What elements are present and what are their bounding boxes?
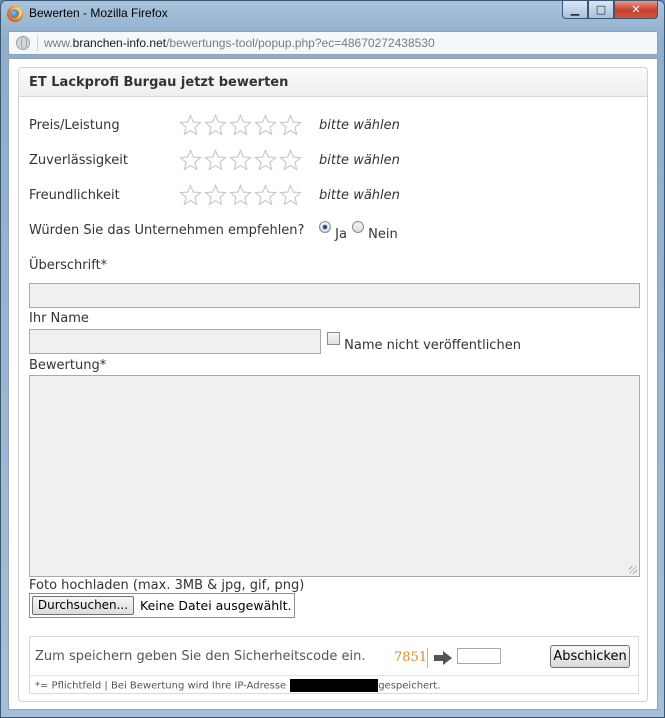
hide-name-option[interactable]: Name nicht veröffentlichen (327, 332, 521, 353)
star-rating-preis-leistung (179, 113, 304, 136)
arrow-right-icon (434, 651, 452, 665)
no-file-text: Keine Datei ausgewählt. (140, 598, 292, 613)
maximize-icon: □ (595, 3, 607, 16)
captcha-input[interactable] (457, 648, 501, 664)
redacted-ip (290, 679, 379, 692)
rating-label: Preis/Leistung (29, 118, 120, 133)
star-icon[interactable] (254, 183, 279, 206)
submit-section: Zum speichern geben Sie den Sicherheitsc… (29, 636, 639, 694)
headline-label: Überschrift* (29, 258, 108, 273)
recommend-yes-option[interactable]: Ja (319, 221, 347, 242)
recommend-no-option[interactable]: Nein (352, 221, 398, 242)
headline-input[interactable] (29, 283, 640, 308)
star-icon[interactable] (254, 148, 279, 171)
recommend-no-radio[interactable] (352, 221, 364, 233)
star-rating-freundlichkeit (179, 183, 304, 206)
name-input[interactable] (29, 329, 321, 354)
star-rating-zuverlaessigkeit (179, 148, 304, 171)
close-button[interactable]: ✕ (614, 1, 658, 19)
address-bar[interactable]: www.branchen-info.net/bewertungs-tool/po… (8, 31, 658, 55)
footer-note: *= Pflichtfeld | Bei Bewertung wird Ihre… (35, 679, 440, 692)
minimize-button[interactable]: ▁ (562, 1, 588, 19)
star-icon[interactable] (229, 148, 254, 171)
hide-name-checkbox[interactable] (327, 332, 340, 345)
recommend-row: Würden Sie das Unternehmen empfehlen? Ja… (29, 221, 629, 247)
name-label: Ihr Name (29, 311, 89, 326)
star-icon[interactable] (254, 113, 279, 136)
minimize-icon: ▁ (570, 3, 580, 16)
photo-label: Foto hochladen (max. 3MB & jpg, gif, png… (29, 578, 305, 593)
rating-label: Freundlichkeit (29, 188, 120, 203)
review-label: Bewertung* (29, 358, 107, 373)
star-icon[interactable] (204, 148, 229, 171)
rating-label: Zuverlässigkeit (29, 153, 128, 168)
url-domain: branchen-info.net (72, 36, 167, 50)
recommend-no-label: Nein (368, 227, 398, 242)
rating-hint: bitte wählen (319, 188, 400, 203)
rating-form-panel: ET Lackprofi Burgau jetzt bewerten Preis… (18, 67, 648, 702)
star-icon[interactable] (204, 113, 229, 136)
maximize-button[interactable]: □ (588, 1, 614, 19)
firefox-icon (7, 6, 23, 22)
browser-window: Bewerten - Mozilla Firefox ▁ □ ✕ www.bra… (0, 0, 665, 718)
url-prefix: www. (44, 36, 73, 50)
footer-note-after: gespeichert. (378, 680, 441, 692)
recommend-yes-radio[interactable] (319, 221, 331, 233)
url-path: /bewertungs-tool/popup.php?ec=4867027243… (166, 36, 435, 50)
star-icon[interactable] (179, 148, 204, 171)
hide-name-label: Name nicht veröffentlichen (344, 338, 521, 353)
star-icon[interactable] (179, 183, 204, 206)
page-content: ET Lackprofi Burgau jetzt bewerten Preis… (8, 58, 658, 710)
footer-divider (30, 675, 638, 676)
resize-grip-icon[interactable] (629, 566, 637, 574)
rating-hint: bitte wählen (319, 118, 400, 133)
captcha-code: 7851 (394, 648, 428, 668)
star-icon[interactable] (279, 113, 304, 136)
title-bar[interactable]: Bewerten - Mozilla Firefox ▁ □ ✕ (1, 1, 664, 27)
url-text[interactable]: www.branchen-info.net/bewertungs-tool/po… (44, 36, 435, 50)
photo-file-input[interactable]: Durchsuchen... Keine Datei ausgewählt. (29, 593, 295, 618)
close-icon: ✕ (631, 3, 641, 16)
browse-button[interactable]: Durchsuchen... (32, 596, 134, 615)
url-divider (37, 35, 38, 51)
recommend-question: Würden Sie das Unternehmen empfehlen? (29, 223, 305, 238)
recommend-yes-label: Ja (335, 227, 347, 242)
form-heading: ET Lackprofi Burgau jetzt bewerten (19, 68, 647, 97)
star-icon[interactable] (229, 113, 254, 136)
window-title: Bewerten - Mozilla Firefox (29, 6, 168, 20)
rating-hint: bitte wählen (319, 153, 400, 168)
review-textarea[interactable] (29, 375, 640, 577)
footer-note-before: *= Pflichtfeld | Bei Bewertung wird Ihre… (35, 680, 287, 692)
captcha-hint: Zum speichern geben Sie den Sicherheitsc… (35, 649, 366, 664)
star-icon[interactable] (279, 183, 304, 206)
star-icon[interactable] (229, 183, 254, 206)
star-icon[interactable] (279, 148, 304, 171)
star-icon[interactable] (179, 113, 204, 136)
submit-button[interactable]: Abschicken (550, 645, 630, 668)
window-controls: ▁ □ ✕ (562, 1, 658, 19)
star-icon[interactable] (204, 183, 229, 206)
globe-icon (16, 36, 30, 50)
